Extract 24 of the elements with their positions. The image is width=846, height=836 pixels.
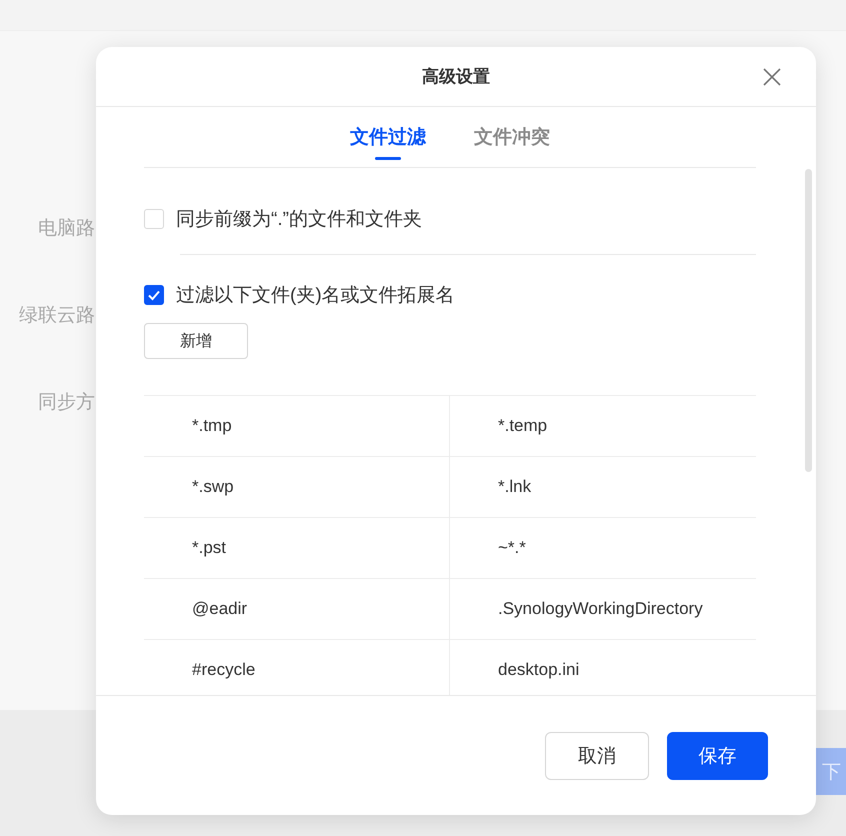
table-cell: #recycle [144,640,450,695]
cancel-button[interactable]: 取消 [545,732,649,780]
checkbox-label: 同步前缀为“.”的文件和文件夹 [176,208,422,232]
tab[interactable]: 文件过滤 [350,107,426,167]
dialog-title: 高级设置 [422,66,490,88]
form-label: 同步方 [38,391,95,415]
table-cell: *.tmp [144,396,450,456]
table-cell-text: *.temp [497,415,548,437]
form-label: 绿联云路 [19,304,95,328]
table-cell-text: .SynologyWorkingDirectory [497,598,704,620]
close-icon[interactable] [763,68,781,86]
table-cell-text: *.lnk [497,476,532,498]
tab[interactable]: 文件冲突 [474,107,550,167]
add-button[interactable]: 新增 [144,323,248,359]
table-cell-text: desktop.ini [497,659,580,681]
table-cell-text: ~*.* [497,537,527,559]
form-label: 电脑路 [38,217,95,241]
save-button[interactable]: 保存 [667,732,768,780]
table-cell: *.swp [144,457,450,517]
checkbox-label: 过滤以下文件(夹)名或文件拓展名 [176,284,455,308]
checkbox[interactable] [144,285,164,305]
table-cell: @eadir [144,579,450,639]
table-cell: *.pst [144,518,450,578]
scrollbar[interactable] [805,169,812,472]
